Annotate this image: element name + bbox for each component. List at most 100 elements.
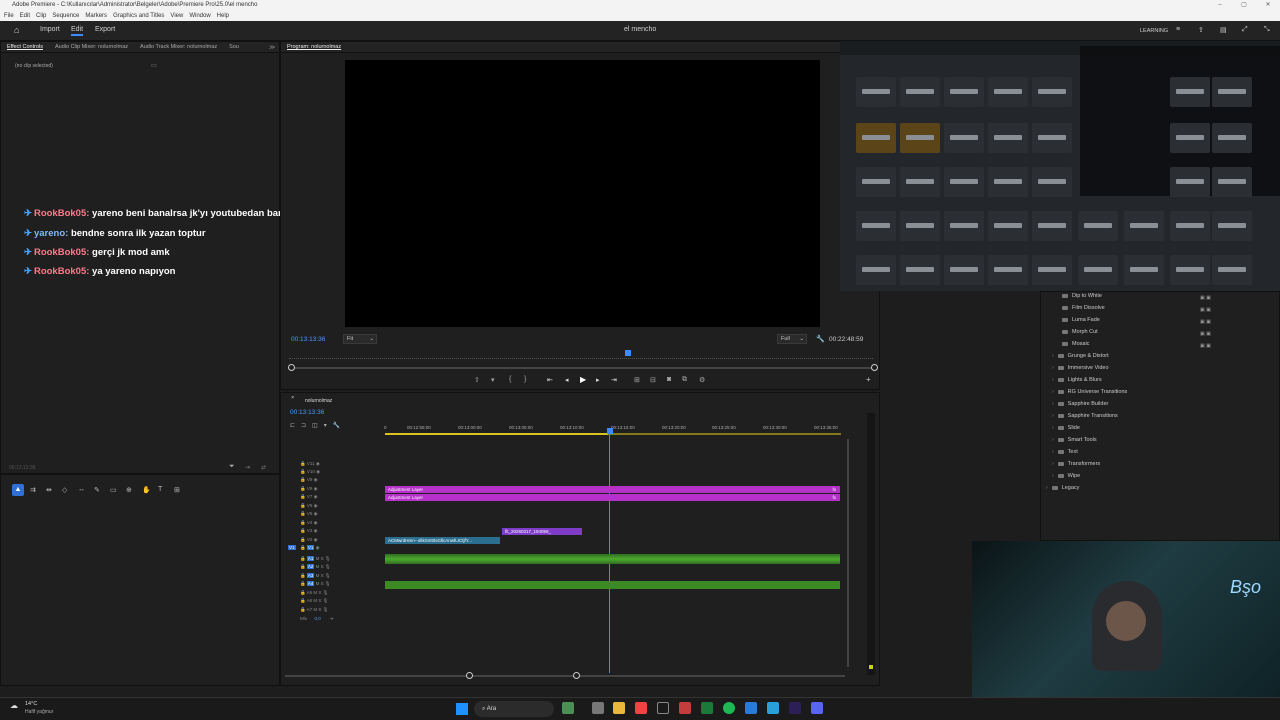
track-header-v11[interactable]: 🔒 V11 ◉: [300, 461, 320, 467]
track-header-v8[interactable]: 🔒 V8 ◉: [300, 486, 318, 492]
task-view-icon[interactable]: [592, 702, 604, 714]
effects-folder[interactable]: › Smart Tools: [1052, 437, 1097, 443]
track-header-a1[interactable]: 🔒 A1 M S 🎙: [300, 556, 331, 562]
tab-program[interactable]: Program: nolurnolmaz: [287, 42, 341, 52]
effects-folder[interactable]: › Grunge & Distort: [1052, 353, 1109, 359]
app-icon[interactable]: [562, 702, 574, 714]
timeline-playhead[interactable]: [609, 433, 610, 673]
menu-help[interactable]: Help: [217, 11, 229, 21]
track-header-v7[interactable]: 🔒 V7 ◉: [300, 494, 318, 500]
track-header-a6[interactable]: 🔒 A6 M S 🎙: [300, 598, 328, 604]
github-icon[interactable]: [657, 702, 669, 714]
loop-icon[interactable]: ⇄: [261, 464, 266, 471]
step-back-icon[interactable]: ◂: [565, 376, 569, 384]
program-video-frame[interactable]: [345, 60, 820, 327]
filter-icon[interactable]: ⏷: [229, 463, 235, 471]
tab-audio-track-mixer[interactable]: Audio Track Mixer: nolurnolmaz: [140, 42, 217, 52]
track-header-v6[interactable]: 🔒 V6 ◉: [300, 503, 318, 509]
export-icon[interactable]: ⇥: [245, 464, 250, 471]
effects-folder[interactable]: › Lights & Blurs: [1052, 377, 1102, 383]
close-icon[interactable]: ×: [291, 395, 294, 401]
search-bar[interactable]: ⌕ Ara: [474, 701, 554, 717]
weather-icon[interactable]: ☁: [10, 701, 18, 710]
zoom-handle-right[interactable]: [871, 364, 878, 371]
audio-clip-a4[interactable]: [385, 581, 840, 589]
v2-clip[interactable]: ACMwrdHmn--oltkSnIt0sGllcAnwfLICtjfY...: [385, 537, 500, 544]
compare-icon[interactable]: ⧉: [682, 376, 687, 384]
mark-out-icon[interactable]: }: [524, 376, 526, 383]
scroll-handle-left[interactable]: [466, 672, 473, 679]
go-to-in-icon[interactable]: ⇤: [547, 376, 553, 384]
premiere-icon[interactable]: [789, 702, 801, 714]
effect-item[interactable]: Film Dissolve: [1062, 305, 1105, 311]
browser-icon[interactable]: [679, 702, 691, 714]
minimize-icon[interactable]: –: [1208, 0, 1232, 11]
track-header-v5[interactable]: 🔒 V5 ◉: [300, 511, 318, 517]
track-header-v3[interactable]: 🔒 V3 ◉: [300, 528, 318, 534]
v3-clip[interactable]: fit_20260317_194059_: [502, 528, 582, 535]
fit-dropdown[interactable]: Fit ⌄: [343, 334, 377, 344]
scroll-handle-right[interactable]: [573, 672, 580, 679]
effects-folder[interactable]: › Sapphire Transitions: [1052, 413, 1118, 419]
track-header-v9[interactable]: 🔒 V9 ◉: [300, 477, 318, 483]
effects-folder[interactable]: › Transformers: [1052, 461, 1100, 467]
eye-icon[interactable]: ◉: [314, 528, 318, 533]
eye-icon[interactable]: ◉: [316, 469, 320, 474]
panel-menu-icon[interactable]: ▭: [151, 62, 157, 69]
mic-icon[interactable]: 🎙: [325, 581, 331, 586]
eye-icon[interactable]: ◉: [314, 511, 318, 516]
timeline-timecode[interactable]: 00:13:13:36: [290, 409, 324, 416]
mark-in-icon[interactable]: {: [509, 376, 511, 383]
eye-icon[interactable]: ◉: [314, 477, 318, 482]
razor-icon[interactable]: ◇: [62, 486, 67, 494]
eye-icon[interactable]: ◉: [314, 537, 318, 542]
effect-item[interactable]: Mosaic: [1062, 341, 1089, 347]
ripple-edit-icon[interactable]: ⇹: [46, 486, 52, 494]
insert-icon[interactable]: ⊞: [634, 376, 640, 384]
mic-icon[interactable]: 🎙: [325, 564, 331, 569]
add-button-icon[interactable]: +: [866, 375, 871, 384]
effects-folder[interactable]: › RG Universe Transitions: [1052, 389, 1127, 395]
mic-icon[interactable]: 🎙: [323, 598, 329, 603]
marker-icon[interactable]: ▾: [491, 376, 495, 384]
menu-graphics[interactable]: Graphics and Titles: [113, 11, 164, 21]
eye-icon[interactable]: ◉: [314, 503, 318, 508]
wrench-icon[interactable]: 🔧: [816, 335, 825, 343]
effects-folder[interactable]: › Wipe: [1052, 473, 1080, 479]
spotify-icon[interactable]: [723, 702, 735, 714]
menu-sequence[interactable]: Sequence: [52, 11, 79, 21]
edit-tab[interactable]: Edit: [71, 26, 84, 36]
eye-icon[interactable]: ◉: [314, 486, 318, 491]
track-header-a4[interactable]: 🔒 A4 M S 🎙: [300, 581, 331, 587]
camera-icon[interactable]: ◙: [667, 376, 671, 383]
track-header-v10[interactable]: 🔒 V10 ◉: [300, 469, 320, 475]
import-tab[interactable]: Import: [40, 26, 60, 33]
track-header-a7[interactable]: 🔒 A7 M S 🎙: [300, 607, 328, 613]
source-patch-v1[interactable]: V1: [288, 545, 296, 550]
panel-icon[interactable]: ▤: [1220, 26, 1227, 34]
effects-folder[interactable]: › Text: [1052, 449, 1078, 455]
track-header-v2[interactable]: 🔒 V2 ◉: [300, 537, 318, 543]
effect-item[interactable]: Dip to White: [1062, 293, 1102, 299]
eye-icon[interactable]: ◉: [314, 520, 318, 525]
export-tab[interactable]: Export: [95, 26, 115, 33]
file-explorer-icon[interactable]: [613, 702, 625, 714]
lift-icon[interactable]: ⇧: [474, 376, 480, 384]
track-select-icon[interactable]: ⇉: [30, 486, 36, 494]
effects-folder-legacy[interactable]: › Legacy: [1046, 485, 1079, 491]
play-icon[interactable]: ▶: [580, 375, 586, 384]
close-icon[interactable]: ✕: [1256, 0, 1280, 11]
excel-icon[interactable]: [701, 702, 713, 714]
eye-icon[interactable]: ◉: [314, 494, 318, 499]
home-icon[interactable]: ⌂: [14, 25, 19, 35]
menu-clip[interactable]: Clip: [36, 11, 46, 21]
menu-window[interactable]: Window: [189, 11, 210, 21]
expand-panels-icon[interactable]: ≫: [269, 44, 275, 51]
tab-effect-controls[interactable]: Effect Controls: [7, 42, 43, 52]
program-ruler[interactable]: [289, 351, 873, 359]
zoom-icon[interactable]: ⊕: [126, 486, 132, 494]
track-header-a3[interactable]: 🔒 A3 M S 🎙: [300, 573, 331, 579]
resolution-dropdown[interactable]: Full ⌄: [777, 334, 807, 344]
maximize-icon[interactable]: ▢: [1232, 0, 1256, 11]
track-header-a2[interactable]: 🔒 A2 M S 🎙: [300, 564, 331, 570]
